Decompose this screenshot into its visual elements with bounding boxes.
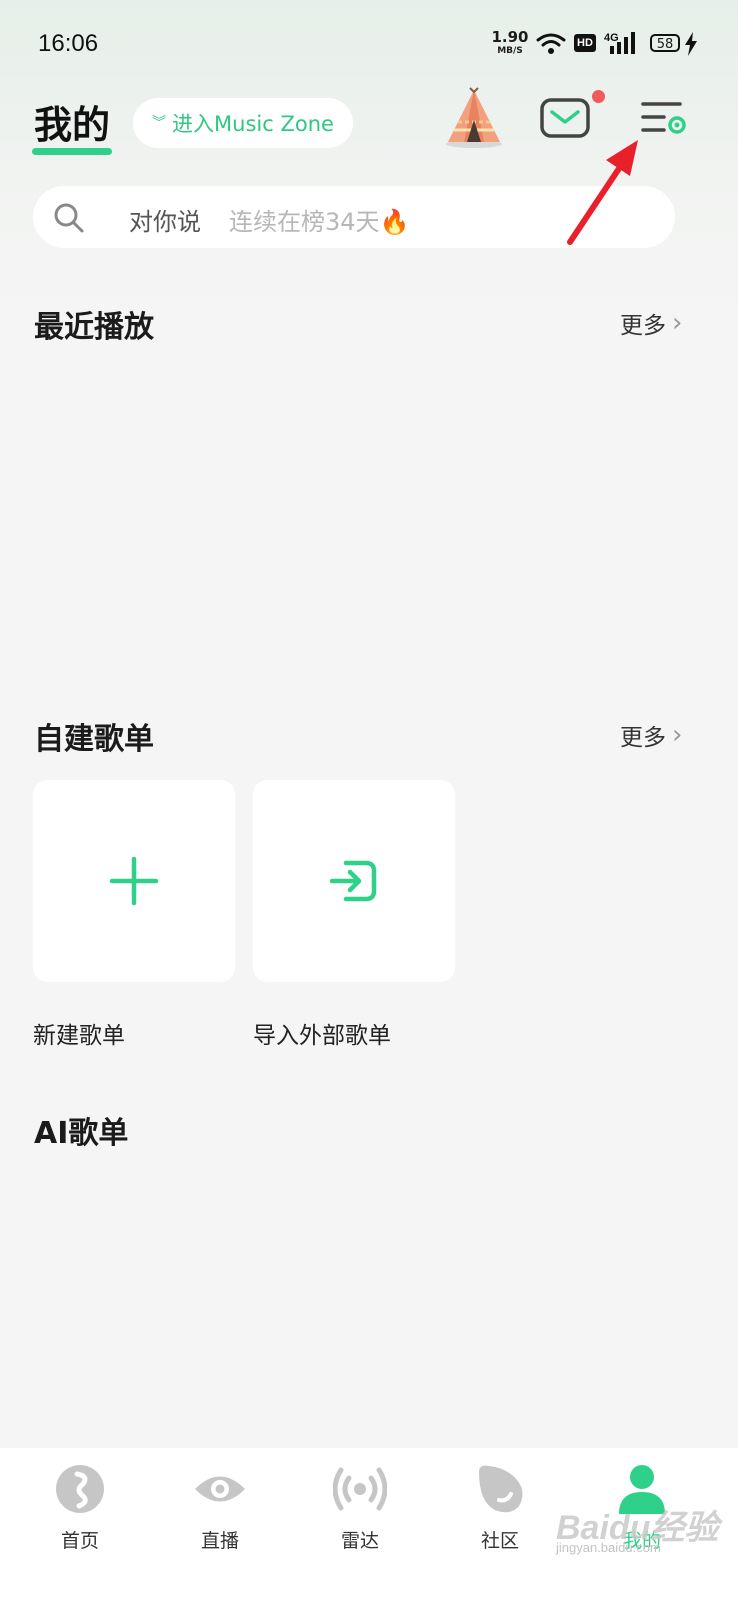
status-bar: 16:06 1.90 MB/S HD 4G 58 <box>0 0 738 90</box>
music-zone-button[interactable]: ︾ 进入Music Zone <box>133 98 353 148</box>
tent-icon[interactable] <box>442 86 506 150</box>
import-playlist-card[interactable] <box>253 780 455 982</box>
nav-label-live: 直播 <box>200 1530 239 1552</box>
import-playlist-label[interactable]: 导入外部歌单 <box>253 1016 391 1050</box>
playlists-more-label: 更多 <box>620 725 666 751</box>
chevron-right-icon: › <box>672 308 683 338</box>
nav-item-live[interactable]: 直播 <box>160 1448 280 1600</box>
charging-icon <box>685 32 697 56</box>
network-speed: 1.90 MB/S <box>488 30 532 58</box>
search-label: 对你说 <box>129 208 201 236</box>
plus-icon <box>109 856 159 906</box>
community-icon <box>479 1465 523 1513</box>
ai-playlists-title: AI歌单 <box>34 1116 129 1151</box>
eye-icon <box>195 1476 245 1502</box>
title-underline <box>32 148 112 155</box>
notification-dot <box>592 90 605 103</box>
chevron-right-icon: › <box>672 720 683 750</box>
music-note-icon <box>56 1465 104 1513</box>
network-type: 4G <box>604 32 619 44</box>
battery-indicator: 58 <box>650 34 680 52</box>
radar-icon <box>333 1467 387 1511</box>
page-title[interactable]: 我的 <box>34 94 110 149</box>
nav-item-home[interactable]: 首页 <box>20 1448 140 1600</box>
hd-badge: HD <box>574 34 596 52</box>
network-speed-value: 1.90 <box>491 28 529 46</box>
new-playlist-label[interactable]: 新建歌单 <box>33 1016 125 1050</box>
cell-signal-icon: 4G <box>604 32 635 54</box>
nav-label-home: 首页 <box>60 1530 99 1552</box>
recent-title: 最近播放 <box>34 310 154 345</box>
music-zone-label: 进入Music Zone <box>172 112 334 136</box>
nav-item-radar[interactable]: 雷达 <box>300 1448 420 1600</box>
status-time: 16:06 <box>38 30 99 57</box>
nav-item-community[interactable]: 社区 <box>440 1448 560 1600</box>
recent-more-link[interactable]: 更多 › <box>620 306 682 340</box>
search-icon <box>54 203 84 233</box>
network-speed-unit: MB/S <box>497 46 523 56</box>
import-icon <box>329 860 377 902</box>
annotation-arrow-icon <box>567 140 638 245</box>
new-playlist-card[interactable] <box>33 780 235 982</box>
recent-more-label: 更多 <box>620 313 666 339</box>
nav-label-radar: 雷达 <box>340 1530 379 1552</box>
search-placeholder: 连续在榜34天🔥 <box>229 208 410 236</box>
watermark-url: jingyan.baidu.com <box>556 1540 661 1555</box>
wifi-icon <box>536 33 566 54</box>
playlists-more-link[interactable]: 更多 › <box>620 718 682 752</box>
playlists-title: 自建歌单 <box>34 722 154 757</box>
menu-settings-icon[interactable] <box>640 98 688 138</box>
nav-label-community: 社区 <box>480 1530 519 1552</box>
double-chevron-down-icon: ︾ <box>152 115 167 131</box>
